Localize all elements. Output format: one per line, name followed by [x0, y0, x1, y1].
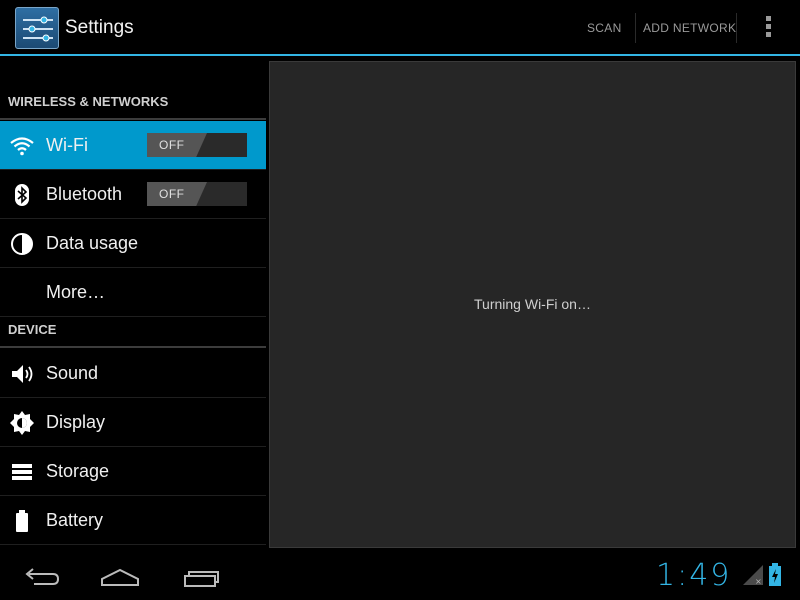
battery-icon	[10, 509, 34, 533]
scan-button[interactable]: SCAN	[587, 0, 622, 56]
sidebar-item-label: Sound	[46, 363, 99, 383]
toggle-state: OFF	[159, 138, 185, 152]
sidebar-item-label: More…	[46, 282, 106, 302]
clock[interactable]: 1:49	[656, 558, 731, 593]
svg-text:×: ×	[755, 577, 762, 586]
sidebar-item-label: Battery	[46, 510, 104, 530]
section-header-device: DEVICE	[0, 322, 266, 348]
sidebar-item-wifi[interactable]: Wi-Fi OFF	[0, 121, 266, 170]
status-message: Turning Wi-Fi on…	[474, 296, 591, 312]
battery-charging-icon	[768, 563, 782, 587]
brightness-icon	[10, 411, 34, 435]
sidebar-item-label: Wi-Fi	[46, 135, 88, 155]
settings-list: WIRELESS & NETWORKS Wi-Fi OFF Bluetooth	[0, 58, 266, 548]
overflow-menu-icon[interactable]	[762, 16, 774, 40]
wifi-details-panel: Turning Wi-Fi on…	[269, 61, 796, 548]
sidebar-item-bluetooth[interactable]: Bluetooth OFF	[0, 170, 266, 219]
bluetooth-icon	[10, 183, 34, 207]
storage-icon	[10, 460, 34, 484]
speaker-icon	[10, 362, 34, 386]
toggle-state: OFF	[159, 187, 185, 201]
sidebar-item-more[interactable]: More…	[0, 268, 266, 317]
add-network-button[interactable]: ADD NETWORK	[643, 0, 736, 56]
sidebar-item-label: Storage	[46, 461, 110, 481]
back-icon[interactable]	[20, 562, 64, 592]
wifi-toggle[interactable]: OFF	[147, 133, 247, 157]
recent-apps-icon[interactable]	[180, 562, 224, 592]
action-divider	[635, 13, 636, 43]
signal-icon: ×	[742, 564, 764, 586]
data-usage-icon	[10, 232, 34, 256]
system-bar: 1:49 ×	[0, 552, 800, 600]
sidebar-item-label: Bluetooth	[46, 184, 123, 204]
action-divider	[736, 13, 737, 43]
sidebar-item-display[interactable]: Display	[0, 398, 266, 447]
bluetooth-toggle[interactable]: OFF	[147, 182, 247, 206]
page-title: Settings	[65, 17, 134, 38]
sidebar-item-data-usage[interactable]: Data usage	[0, 219, 266, 268]
home-icon[interactable]	[98, 562, 142, 592]
sidebar-item-storage[interactable]: Storage	[0, 447, 266, 496]
section-header-wireless: WIRELESS & NETWORKS	[0, 94, 266, 120]
action-bar: Settings SCAN ADD NETWORK	[0, 0, 800, 56]
settings-sliders-icon[interactable]	[15, 7, 59, 49]
sidebar-item-battery[interactable]: Battery	[0, 496, 266, 545]
sidebar-item-label: Display	[46, 412, 106, 432]
wifi-icon	[10, 134, 34, 158]
sidebar-item-sound[interactable]: Sound	[0, 349, 266, 398]
sidebar-item-label: Data usage	[46, 233, 139, 253]
